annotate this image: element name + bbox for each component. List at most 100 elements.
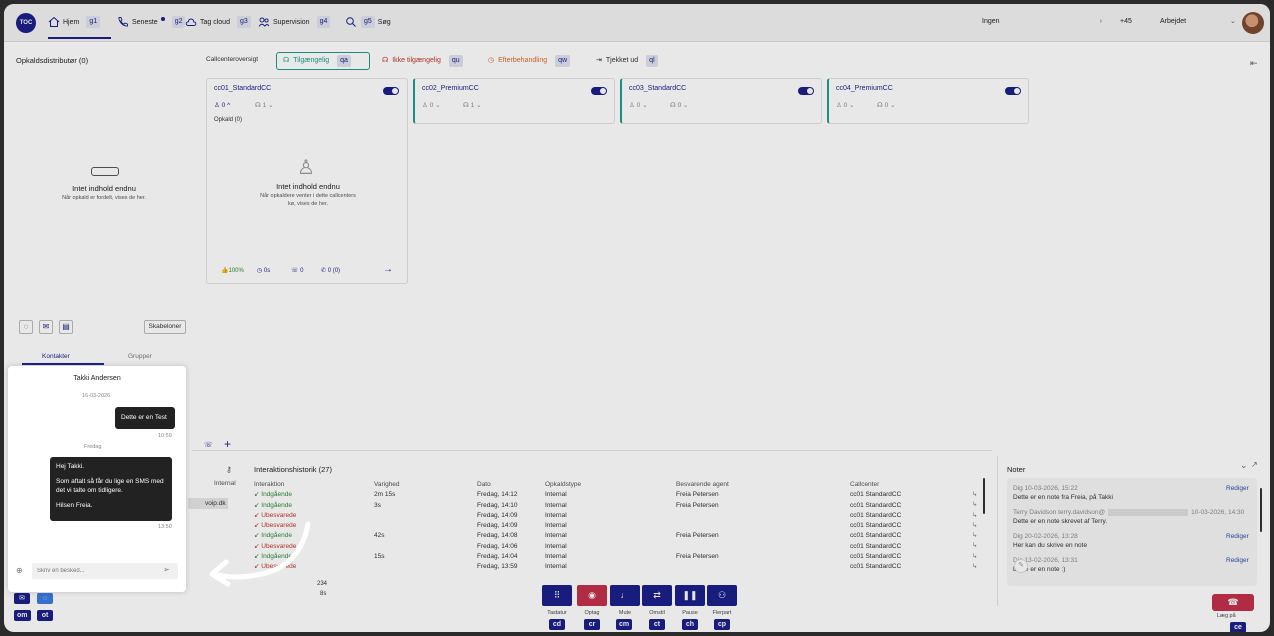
table-cell[interactable]: ↙ Indgående bbox=[254, 490, 296, 500]
edit-note-button[interactable]: Rediger bbox=[1226, 557, 1249, 564]
phone-tab-icon[interactable]: ☏ bbox=[204, 441, 213, 449]
notes-scrollbar[interactable] bbox=[1260, 488, 1262, 532]
queue-count-value: 0 bbox=[884, 102, 889, 109]
mute-button[interactable]: ♩ bbox=[610, 585, 640, 606]
chevron-down-icon[interactable]: ⌄ bbox=[1240, 460, 1248, 471]
table-cell: Internal bbox=[545, 542, 567, 550]
note-item: Dig 10-03-2026, 15:22 Dette er en note f… bbox=[1013, 484, 1113, 502]
history-scrollbar[interactable] bbox=[983, 478, 985, 514]
tab-groups[interactable]: Grupper bbox=[128, 353, 152, 360]
mute-label: Mute bbox=[618, 610, 632, 616]
arrow-right-icon[interactable]: → bbox=[383, 264, 393, 275]
callcenter-card-cc02[interactable]: cc02_PremiumCC ♙ 0 ⌄ ☊ 1 ⌄ bbox=[413, 78, 615, 124]
route-icon[interactable]: ↳ bbox=[972, 552, 977, 562]
callcenter-toggle[interactable] bbox=[591, 87, 607, 95]
add-tab-button[interactable]: + bbox=[224, 437, 231, 451]
nav-tagcloud[interactable]: Tag cloud g3 bbox=[185, 15, 251, 29]
nav-recent[interactable]: Seneste g2 bbox=[117, 15, 186, 29]
conference-button[interactable]: ⚇ bbox=[707, 585, 737, 606]
table-cell: cc01 StandardCC bbox=[850, 511, 902, 519]
route-icon[interactable]: ↳ bbox=[972, 531, 977, 541]
nav-home[interactable]: Hjem g1 bbox=[48, 15, 101, 29]
key-icon: ⚷ bbox=[226, 465, 232, 474]
chat-bubble-icon[interactable]: ◌ bbox=[19, 320, 33, 334]
collapse-panel-icon[interactable]: ⇤ bbox=[1250, 58, 1258, 69]
nav-search-key: g5 bbox=[361, 16, 375, 28]
callcenter-toggle[interactable] bbox=[798, 87, 814, 95]
record-button[interactable]: ◉ bbox=[577, 585, 607, 606]
queue-count-value: 0 bbox=[677, 102, 682, 109]
sms-icon[interactable]: ▤ bbox=[59, 320, 73, 334]
queue-count[interactable]: ☊ 0 ⌄ bbox=[877, 101, 895, 109]
agents-count[interactable]: ♙ 0 ⌄ bbox=[836, 101, 855, 109]
edit-note-button[interactable]: Rediger bbox=[1226, 485, 1249, 492]
mail-button[interactable]: ✉ bbox=[14, 593, 30, 604]
route-icon[interactable]: ↳ bbox=[972, 511, 977, 521]
queue-count[interactable]: ☊ 1 ⌄ bbox=[463, 101, 481, 109]
table-cell[interactable]: ↙ Indgående bbox=[254, 501, 296, 511]
queue-empty-sub: Når opkaldere venter i dette callcenters… bbox=[260, 193, 356, 207]
pencil-icon[interactable]: ✎ bbox=[1014, 559, 1028, 573]
app-logo[interactable]: TOC bbox=[16, 13, 36, 33]
route-icon[interactable]: ↳ bbox=[972, 541, 977, 551]
mail-icon[interactable]: ✉ bbox=[39, 320, 53, 334]
callcenter-card-cc04[interactable]: cc04_PremiumCC ♙ 0 ⌄ ☊ 0 ⌄ bbox=[827, 78, 1029, 124]
work-status-select[interactable]: +45 Arbejdet ⌄ bbox=[1120, 14, 1240, 30]
distributor-title: Opkaldsdistributør (0) bbox=[16, 56, 89, 65]
filter-checked-out[interactable]: ⇥ Tjekket ud ql bbox=[590, 52, 674, 70]
queue-count-value: 1 bbox=[262, 102, 267, 109]
queue-count[interactable]: ☊ 1 ⌄ bbox=[255, 101, 273, 109]
column-header: Opkaldstype bbox=[545, 481, 582, 488]
callcenter-toggle[interactable] bbox=[1005, 87, 1021, 95]
filter-unavailable[interactable]: ☊ Ikke tilgængelig qu bbox=[376, 52, 476, 70]
table-cell: Fredag, 14:04 bbox=[477, 553, 518, 561]
edit-note-button[interactable]: Rediger bbox=[1226, 533, 1249, 540]
logout-icon: ⇥ bbox=[596, 57, 602, 64]
send-icon[interactable]: ➢ bbox=[163, 565, 170, 574]
chat-button[interactable]: ◌ bbox=[37, 593, 53, 604]
nav-supervision[interactable]: Supervision g4 bbox=[258, 15, 331, 29]
column-header: Besvarende agent bbox=[676, 481, 729, 488]
table-cell: Fredag, 14:08 bbox=[477, 532, 518, 540]
note-text: Dette er en note fra Freia, på Takki bbox=[1013, 494, 1113, 501]
table-cell: Freia Petersen bbox=[676, 501, 719, 509]
callcenter-card-cc01[interactable]: cc01_StandardCC ♙ 0 ^ ☊ 1 ⌄ Opkald (0) ♙… bbox=[206, 78, 408, 284]
tab-contacts[interactable]: Kontakter bbox=[42, 353, 70, 360]
chat-message-input[interactable] bbox=[32, 563, 178, 579]
agents-count[interactable]: ♙ 0 ^ bbox=[214, 101, 230, 109]
templates-button[interactable]: Skabeloner bbox=[144, 320, 186, 334]
table-cell: Fredag, 13:59 bbox=[477, 563, 518, 571]
nav-recent-label: Seneste bbox=[132, 18, 158, 26]
footer-count: 234 bbox=[317, 581, 328, 587]
callcenter-card-cc03[interactable]: cc03_StandardCC ♙ 0 ⌄ ☊ 0 ⌄ bbox=[620, 78, 822, 124]
status-select[interactable]: Ingen › bbox=[982, 14, 1108, 30]
keypad-button[interactable]: ⠿ bbox=[542, 585, 572, 606]
queue-count[interactable]: ☊ 0 ⌄ bbox=[670, 101, 688, 109]
transfer-button[interactable]: ⇄ bbox=[642, 585, 672, 606]
table-cell: Freia Petersen bbox=[676, 491, 719, 499]
callcenter-name: cc04_PremiumCC bbox=[836, 85, 893, 92]
callcenter-toggle[interactable] bbox=[383, 87, 399, 95]
route-icon[interactable]: ↳ bbox=[972, 490, 977, 500]
avatar[interactable] bbox=[1242, 12, 1264, 34]
external-link-icon[interactable]: ↗ bbox=[1251, 460, 1258, 469]
add-attachment-icon[interactable]: ⊕ bbox=[16, 566, 23, 575]
filter-available[interactable]: ☊ Tilgængelig qa bbox=[276, 52, 370, 70]
pause-button[interactable]: ❚❚ bbox=[675, 585, 705, 606]
route-icon[interactable]: ↳ bbox=[972, 500, 977, 510]
users-icon bbox=[258, 17, 270, 27]
table-cell: Internal bbox=[545, 491, 567, 499]
notes-title: Noter bbox=[1007, 465, 1026, 474]
record-label: Optag bbox=[584, 610, 600, 616]
hangup-button[interactable]: ☎ bbox=[1212, 594, 1254, 611]
route-icon[interactable]: ↳ bbox=[972, 521, 977, 531]
nav-search[interactable]: g5 Søg bbox=[345, 15, 391, 29]
agents-count[interactable]: ♙ 0 ⌄ bbox=[422, 101, 441, 109]
route-icon[interactable]: ↳ bbox=[972, 562, 977, 572]
hangup-shortcut: ce bbox=[1230, 622, 1246, 632]
nav-supervision-key: g4 bbox=[316, 16, 331, 28]
filter-wrapup[interactable]: ◷ Efterbehandling qw bbox=[482, 52, 586, 70]
pause-shortcut: ch bbox=[682, 619, 698, 630]
app-window: TOC Hjem g1 Seneste g2 Tag cloud g3 Supe… bbox=[4, 4, 1270, 632]
agents-count[interactable]: ♙ 0 ⌄ bbox=[629, 101, 648, 109]
